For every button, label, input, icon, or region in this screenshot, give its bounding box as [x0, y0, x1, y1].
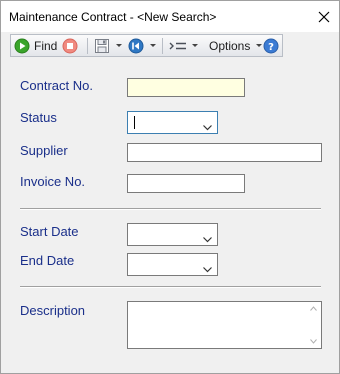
invoice-no-label: Invoice No. — [20, 174, 86, 189]
start-date-picker[interactable] — [127, 223, 218, 246]
text-cursor — [134, 116, 135, 129]
chevron-down-icon — [256, 44, 263, 47]
scroll-up-icon[interactable] — [310, 306, 317, 311]
close-button[interactable] — [309, 1, 339, 32]
stop-button[interactable] — [62, 37, 78, 54]
contract-no-label: Contract No. — [20, 78, 93, 93]
toolbar-separator — [162, 38, 163, 54]
window-title: Maintenance Contract - <New Search> — [9, 10, 217, 24]
sort-icon — [169, 42, 186, 49]
options-button[interactable]: Options — [209, 37, 263, 54]
end-date-picker[interactable] — [127, 253, 218, 276]
stop-icon — [62, 38, 78, 53]
end-date-label: End Date — [20, 253, 75, 268]
save-icon — [95, 38, 109, 53]
close-icon — [318, 11, 330, 22]
description-area — [127, 301, 322, 349]
chevron-down-icon — [116, 44, 122, 47]
description-scrollbar[interactable] — [306, 302, 321, 348]
status-select[interactable] — [127, 111, 218, 134]
find-button[interactable]: Find — [14, 37, 57, 54]
description-field[interactable] — [127, 301, 322, 349]
save-button[interactable] — [94, 37, 122, 54]
chevron-down-icon — [150, 44, 156, 47]
toolbar: Find Options ? — [10, 34, 283, 57]
play-icon — [14, 38, 30, 53]
chevron-down-icon — [203, 260, 212, 278]
description-label: Description — [20, 303, 86, 318]
search-form: Contract No. Status Supplier Invoice No.… — [2, 59, 338, 372]
find-label: Find — [34, 38, 58, 53]
chevron-down-icon — [192, 44, 198, 47]
maintenance-contract-window: Maintenance Contract - <New Search> Find — [0, 0, 340, 374]
navigate-button[interactable] — [128, 37, 156, 54]
section-divider — [20, 208, 321, 210]
toolbar-separator — [87, 38, 88, 54]
contract-no-field[interactable] — [127, 78, 245, 97]
scroll-down-icon[interactable] — [310, 339, 317, 344]
section-divider — [20, 286, 321, 288]
chevron-down-icon — [203, 118, 212, 136]
filter-button[interactable] — [169, 37, 198, 54]
back-icon — [128, 38, 144, 53]
supplier-label: Supplier — [20, 143, 68, 158]
title-bar: Maintenance Contract - <New Search> — [1, 1, 339, 32]
help-button[interactable]: ? — [263, 37, 279, 54]
status-label: Status — [20, 110, 57, 125]
svg-text:?: ? — [268, 42, 274, 53]
help-icon: ? — [263, 38, 279, 53]
supplier-field[interactable] — [127, 143, 322, 162]
start-date-label: Start Date — [20, 224, 79, 239]
invoice-no-field[interactable] — [127, 174, 245, 193]
options-label: Options — [209, 38, 251, 53]
chevron-down-icon — [203, 230, 212, 248]
